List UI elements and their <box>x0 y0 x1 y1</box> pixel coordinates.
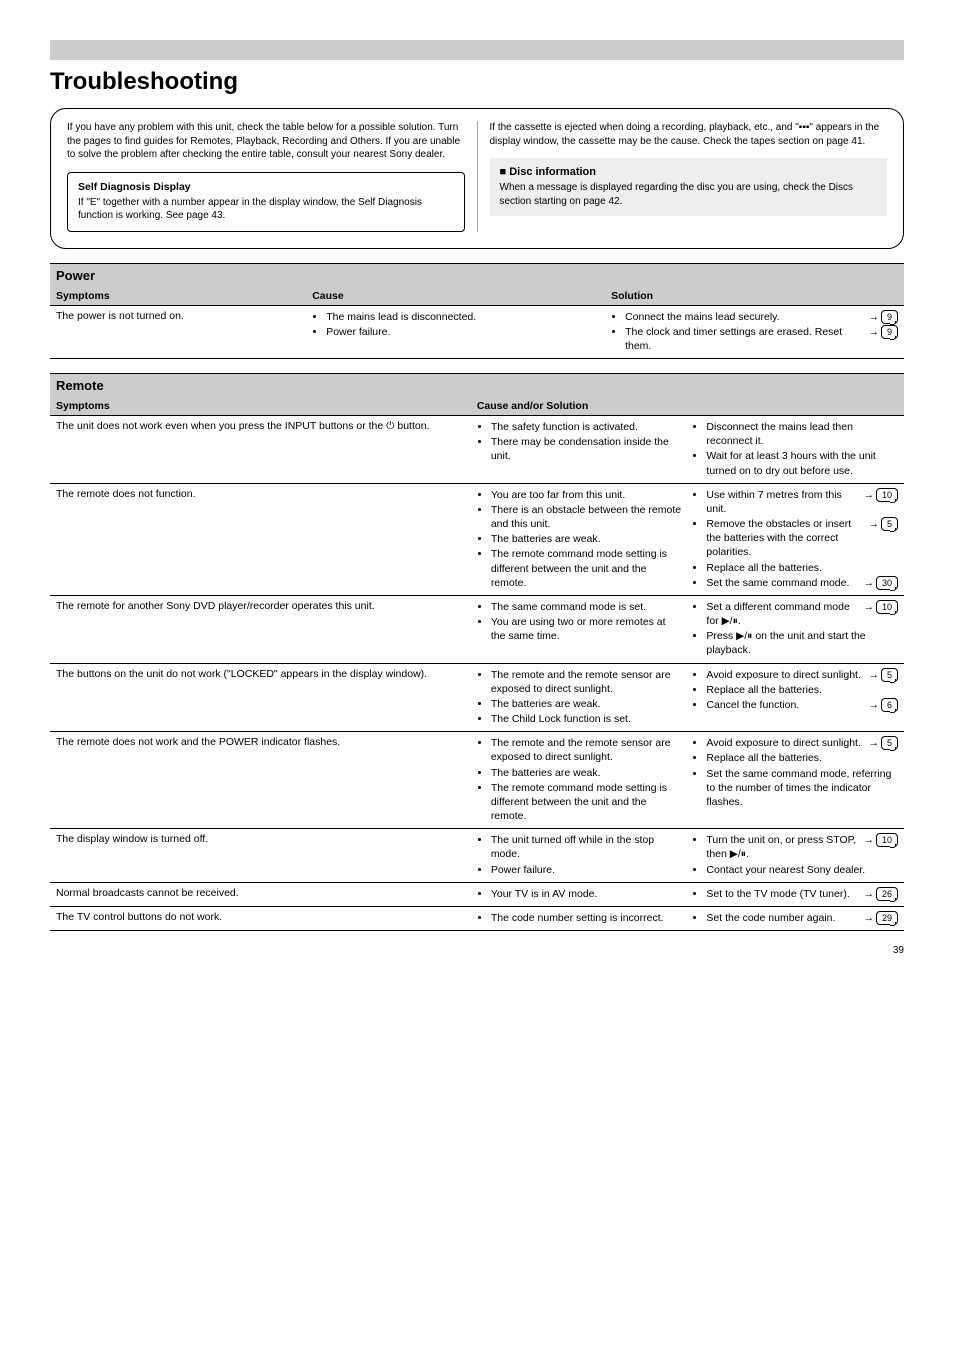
list-item: The clock and timer settings are erased.… <box>625 325 898 353</box>
cause-solution-cell: The remote and the remote sensor are exp… <box>471 732 904 829</box>
list-item: The remote command mode setting is diffe… <box>491 781 683 824</box>
header-bar <box>50 40 904 60</box>
solution-cell: Connect the mains lead securely. →9 The … <box>605 305 904 359</box>
symptom-cell: The remote does not work and the POWER i… <box>50 732 471 829</box>
list-item: The safety function is activated. <box>491 420 683 434</box>
intro-left-text: If you have any problem with this unit, … <box>67 121 465 162</box>
table-row: The buttons on the unit do not work ("LO… <box>50 663 904 732</box>
list-item: Contact your nearest Sony dealer. <box>706 863 898 877</box>
list-item: The batteries are weak. <box>491 766 683 780</box>
list-item: The batteries are weak. <box>491 697 683 711</box>
list-item: Connect the mains lead securely. →9 <box>625 310 898 324</box>
list-item: Set the same command mode.→30 <box>706 576 898 590</box>
symptom-cell: The remote for another Sony DVD player/r… <box>50 595 471 663</box>
cause-solution-cell: The safety function is activated.There m… <box>471 416 904 484</box>
list-item: The code number setting is incorrect. <box>491 911 683 925</box>
symptom-cell: The remote does not function. <box>50 483 471 595</box>
list-item: Avoid exposure to direct sunlight.→5 <box>706 736 898 750</box>
symptom-cell: The unit does not work even when you pre… <box>50 416 471 484</box>
cause-solution-cell: You are too far from this unit.There is … <box>471 483 904 595</box>
list-item: The mains lead is disconnected. <box>326 310 599 324</box>
cause-solution-cell: The remote and the remote sensor are exp… <box>471 663 904 732</box>
remote-col-symptoms: Symptoms <box>50 397 471 416</box>
page-number: 39 <box>50 945 904 956</box>
power-col-solution: Solution <box>605 287 904 306</box>
cause-solution-cell: The unit turned off while in the stop mo… <box>471 829 904 883</box>
table-row: The remote for another Sony DVD player/r… <box>50 595 904 663</box>
list-item: The remote and the remote sensor are exp… <box>491 736 683 764</box>
list-item: There may be condensation inside the uni… <box>491 435 683 463</box>
list-item: Replace all the batteries. <box>706 683 898 697</box>
list-item: The Child Lock function is set. <box>491 712 683 726</box>
power-col-cause: Cause <box>306 287 605 306</box>
list-item: Replace all the batteries. <box>706 751 898 765</box>
symptom-cell: The TV control buttons do not work. <box>50 907 471 931</box>
remote-col-cause-solution: Cause and/or Solution <box>471 397 904 416</box>
intro-left-column: If you have any problem with this unit, … <box>67 121 478 232</box>
list-item: Press ▶/⏸ on the unit and start the play… <box>706 629 898 657</box>
list-item: Cancel the function.→6 <box>706 698 898 712</box>
list-item: You are using two or more remotes at the… <box>491 615 683 643</box>
cause-cell: The mains lead is disconnected. Power fa… <box>306 305 605 359</box>
list-item: You are too far from this unit. <box>491 488 683 502</box>
list-item: Your TV is in AV mode. <box>491 887 683 901</box>
power-table: Power Symptoms Cause Solution The power … <box>50 263 904 360</box>
list-item: Wait for at least 3 hours with the unit … <box>706 449 898 477</box>
power-col-symptoms: Symptoms <box>50 287 306 306</box>
list-item: Set a different command mode for ▶/⏸.→10 <box>706 600 898 628</box>
table-row: The remote does not function.You are too… <box>50 483 904 595</box>
self-diagnosis-title: Self Diagnosis Display <box>78 181 454 193</box>
symptom-cell: The power is not turned on. <box>50 305 306 359</box>
intro-box: If you have any problem with this unit, … <box>50 108 904 249</box>
symptom-cell: The buttons on the unit do not work ("LO… <box>50 663 471 732</box>
table-row: The TV control buttons do not work.The c… <box>50 907 904 931</box>
cause-solution-cell: Your TV is in AV mode. Set to the TV mode… <box>471 882 904 906</box>
power-banner: Power <box>50 263 904 287</box>
list-item: Remove the obstacles or insert the batte… <box>706 517 898 560</box>
list-item: Set the same command mode, referring to … <box>706 767 898 810</box>
list-item: The remote command mode setting is diffe… <box>491 547 683 590</box>
list-item: Power failure. <box>491 863 683 877</box>
list-item: There is an obstacle between the remote … <box>491 503 683 531</box>
page-title: Troubleshooting <box>50 68 904 96</box>
remote-banner: Remote <box>50 374 904 398</box>
self-diagnosis-text: If "E" together with a number appear in … <box>78 196 454 223</box>
cause-solution-cell: The same command mode is set.You are usi… <box>471 595 904 663</box>
list-item: Avoid exposure to direct sunlight.→5 <box>706 668 898 682</box>
cause-solution-cell: The code number setting is incorrect. Set… <box>471 907 904 931</box>
list-item: Turn the unit on, or press STOP, then ▶/… <box>706 833 898 861</box>
disc-info-box: ■ Disc information When a message is dis… <box>490 158 888 216</box>
table-row: The unit does not work even when you pre… <box>50 416 904 484</box>
symptom-cell: The display window is turned off. <box>50 829 471 883</box>
table-row: The remote does not work and the POWER i… <box>50 732 904 829</box>
list-item: Power failure. <box>326 325 599 339</box>
table-row: The display window is turned off. The uni… <box>50 829 904 883</box>
symptom-cell: Normal broadcasts cannot be received. <box>50 882 471 906</box>
table-row: Normal broadcasts cannot be received.You… <box>50 882 904 906</box>
remote-table: Remote Symptoms Cause and/or Solution Th… <box>50 373 904 931</box>
list-item: The remote and the remote sensor are exp… <box>491 668 683 696</box>
disc-info-title: ■ Disc information <box>500 166 878 178</box>
intro-right-column: If the cassette is ejected when doing a … <box>478 121 888 232</box>
intro-right-text: If the cassette is ejected when doing a … <box>490 121 888 148</box>
list-item: Disconnect the mains lead then reconnect… <box>706 420 898 448</box>
table-row: The power is not turned on. The mains le… <box>50 305 904 359</box>
list-item: Set to the TV mode (TV tuner).→26 <box>706 887 898 901</box>
list-item: Use within 7 metres from this unit.→10 <box>706 488 898 516</box>
list-item: Replace all the batteries. <box>706 561 898 575</box>
self-diagnosis-box: Self Diagnosis Display If "E" together w… <box>67 172 465 232</box>
list-item: The unit turned off while in the stop mo… <box>491 833 683 861</box>
list-item: Set the code number again.→29 <box>706 911 898 925</box>
list-item: The same command mode is set. <box>491 600 683 614</box>
list-item: The batteries are weak. <box>491 532 683 546</box>
disc-info-text: When a message is displayed regarding th… <box>500 181 878 208</box>
